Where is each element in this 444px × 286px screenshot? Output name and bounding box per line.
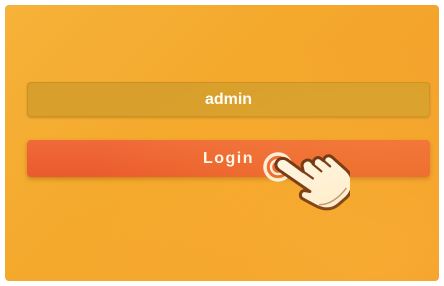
hand-pointer-icon [263,152,350,211]
username-input[interactable] [27,82,430,117]
login-button[interactable]: Login [27,140,430,177]
login-screen: Login [5,5,439,281]
